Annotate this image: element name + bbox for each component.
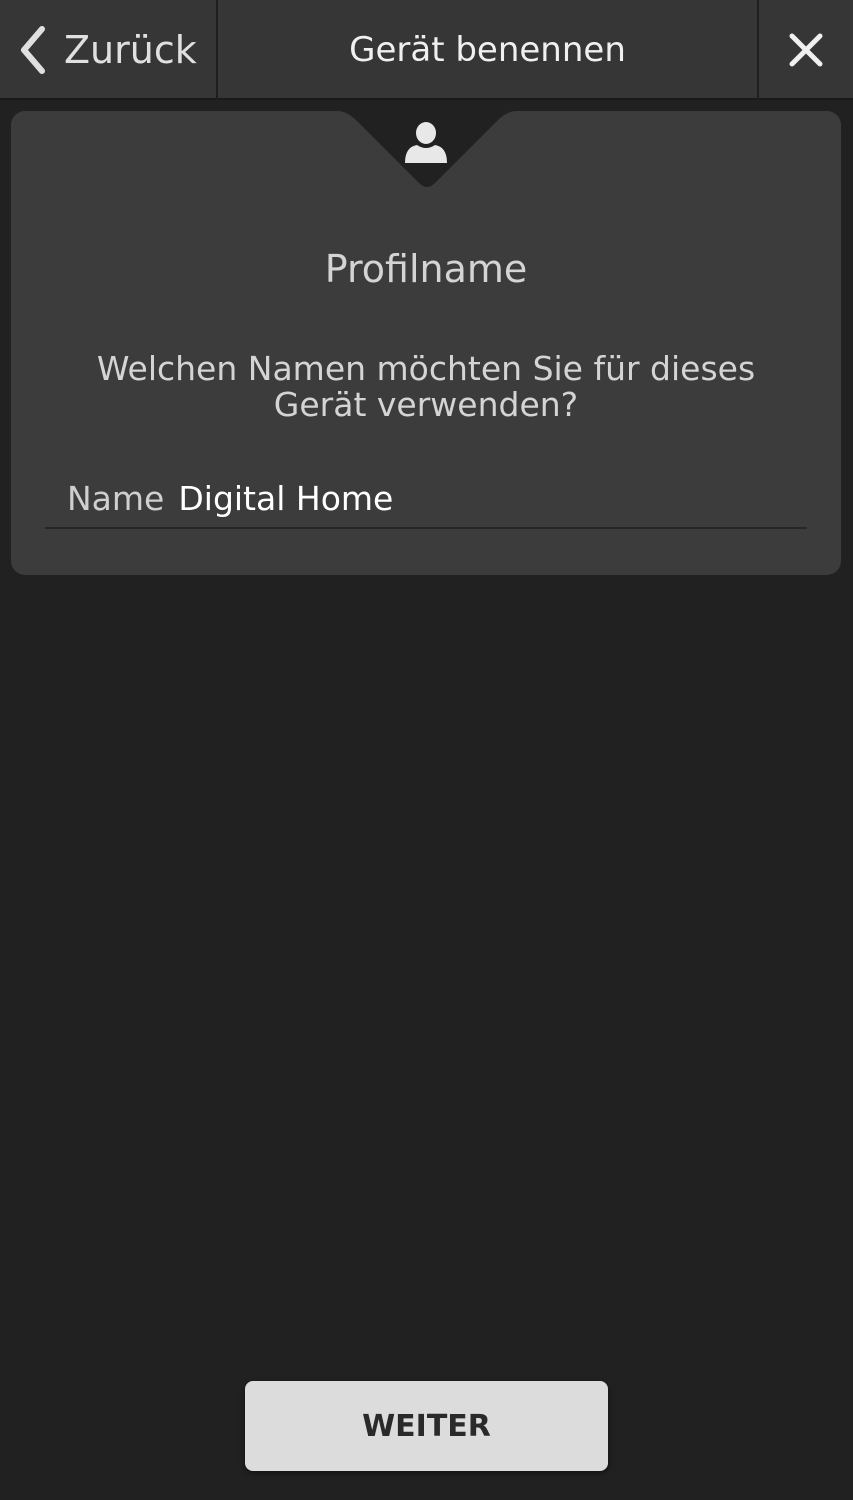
name-input[interactable] (178, 478, 739, 518)
page-title: Gerät benennen (349, 30, 626, 70)
card-question: Welchen Namen möchten Sie für dieses Ger… (96, 349, 756, 424)
card-heading: Profilname (324, 247, 528, 291)
next-button[interactable]: WEITER (245, 1381, 608, 1471)
person-icon (405, 122, 447, 163)
close-button[interactable] (759, 0, 853, 100)
name-field: Name (45, 469, 807, 529)
top-bar: Zurück Gerät benennen (0, 0, 853, 100)
profile-name-card: Profilname Welchen Namen möchten Sie für… (11, 111, 841, 575)
chevron-left-icon (21, 26, 45, 74)
close-icon (789, 33, 823, 67)
name-field-label: Name (67, 478, 165, 518)
back-label: Zurück (64, 28, 197, 72)
back-button[interactable]: Zurück (0, 0, 216, 100)
